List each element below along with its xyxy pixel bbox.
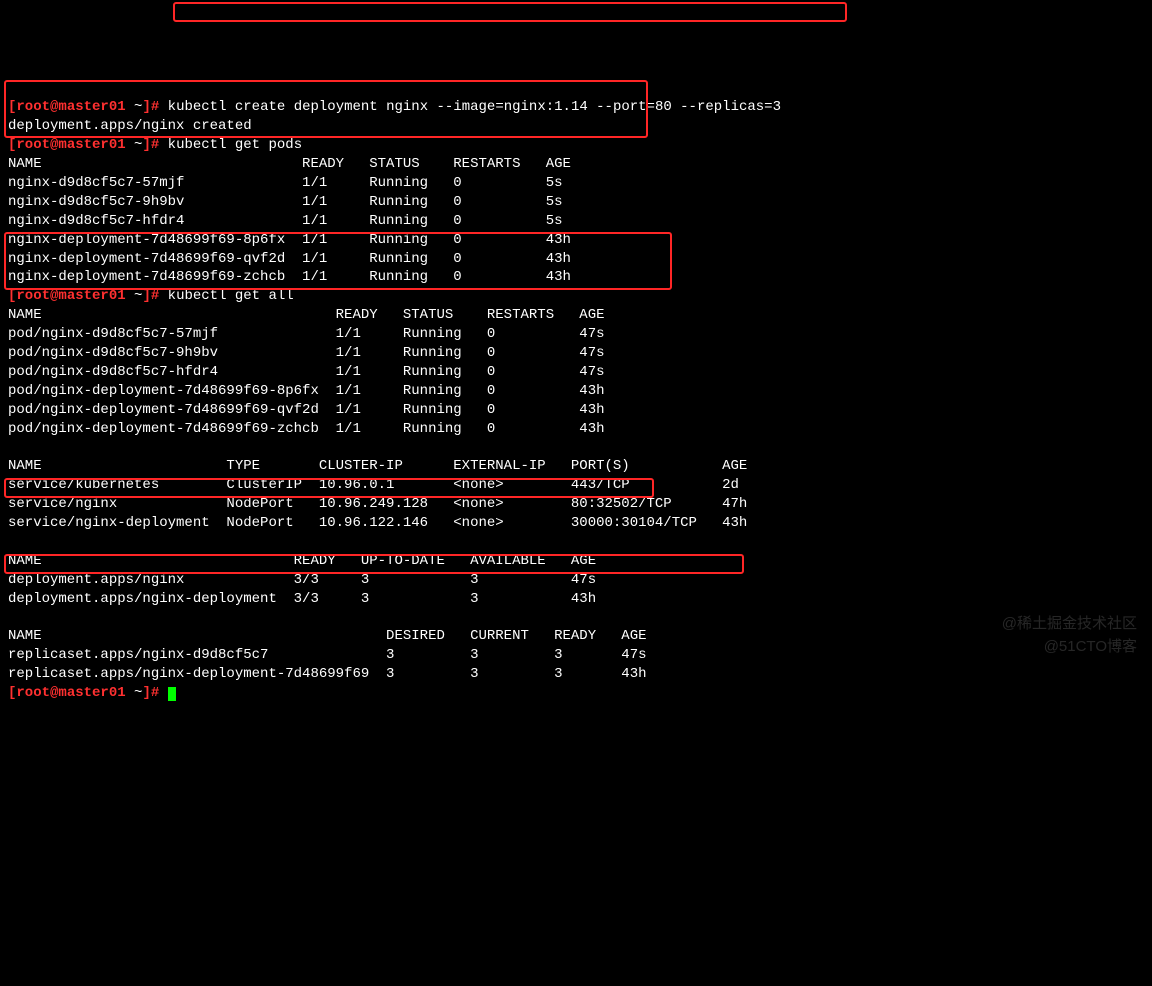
all-pods-header: NAME READY STATUS RESTARTS AGE	[8, 307, 605, 323]
cursor[interactable]	[168, 687, 176, 701]
terminal-output: [root@master01 ~]# kubectl create deploy…	[8, 80, 1144, 703]
svc-row: service/nginx NodePort 10.96.249.128 <no…	[8, 496, 747, 512]
output-created: deployment.apps/nginx created	[8, 118, 252, 134]
deploy-header: NAME READY UP-TO-DATE AVAILABLE AGE	[8, 553, 596, 569]
all-pod-row: pod/nginx-d9d8cf5c7-hfdr4 1/1 Running 0 …	[8, 364, 605, 380]
pod-row: nginx-d9d8cf5c7-hfdr4 1/1 Running 0 5s	[8, 213, 563, 229]
watermark-juejin: @稀土掘金技术社区	[1002, 614, 1137, 634]
all-pod-row: pod/nginx-d9d8cf5c7-57mjf 1/1 Running 0 …	[8, 326, 605, 342]
all-pod-row: pod/nginx-deployment-7d48699f69-8p6fx 1/…	[8, 383, 605, 399]
svc-header: NAME TYPE CLUSTER-IP EXTERNAL-IP PORT(S)…	[8, 458, 747, 474]
rs-header: NAME DESIRED CURRENT READY AGE	[8, 628, 647, 644]
prompt-host: master01	[58, 99, 125, 115]
command-get-pods: kubectl get pods	[168, 137, 302, 153]
pod-row: nginx-deployment-7d48699f69-qvf2d 1/1 Ru…	[8, 251, 571, 267]
all-pod-row: pod/nginx-d9d8cf5c7-9h9bv 1/1 Running 0 …	[8, 345, 605, 361]
svc-row: service/nginx-deployment NodePort 10.96.…	[8, 515, 747, 531]
pod-row: nginx-d9d8cf5c7-9h9bv 1/1 Running 0 5s	[8, 194, 563, 210]
deploy-row: deployment.apps/nginx 3/3 3 3 47s	[8, 572, 596, 588]
command-get-all: kubectl get all	[168, 288, 294, 304]
rs-row: replicaset.apps/nginx-d9d8cf5c7 3 3 3 47…	[8, 647, 647, 663]
highlight-cmd1	[173, 2, 847, 22]
command-create-deployment: kubectl create deployment nginx --image=…	[168, 99, 781, 115]
watermark-51cto: @51CTO博客	[1044, 637, 1137, 657]
all-pod-row: pod/nginx-deployment-7d48699f69-zchcb 1/…	[8, 421, 605, 437]
all-pod-row: pod/nginx-deployment-7d48699f69-qvf2d 1/…	[8, 402, 605, 418]
pod-row: nginx-deployment-7d48699f69-8p6fx 1/1 Ru…	[8, 232, 571, 248]
prompt-bracket-close: ]#	[142, 99, 159, 115]
prompt-user: root	[16, 99, 50, 115]
deploy-row: deployment.apps/nginx-deployment 3/3 3 3…	[8, 591, 596, 607]
svc-row: service/kubernetes ClusterIP 10.96.0.1 <…	[8, 477, 739, 493]
pod-row: nginx-d9d8cf5c7-57mjf 1/1 Running 0 5s	[8, 175, 563, 191]
pod-row: nginx-deployment-7d48699f69-zchcb 1/1 Ru…	[8, 269, 571, 285]
pods-header: NAME READY STATUS RESTARTS AGE	[8, 156, 571, 172]
